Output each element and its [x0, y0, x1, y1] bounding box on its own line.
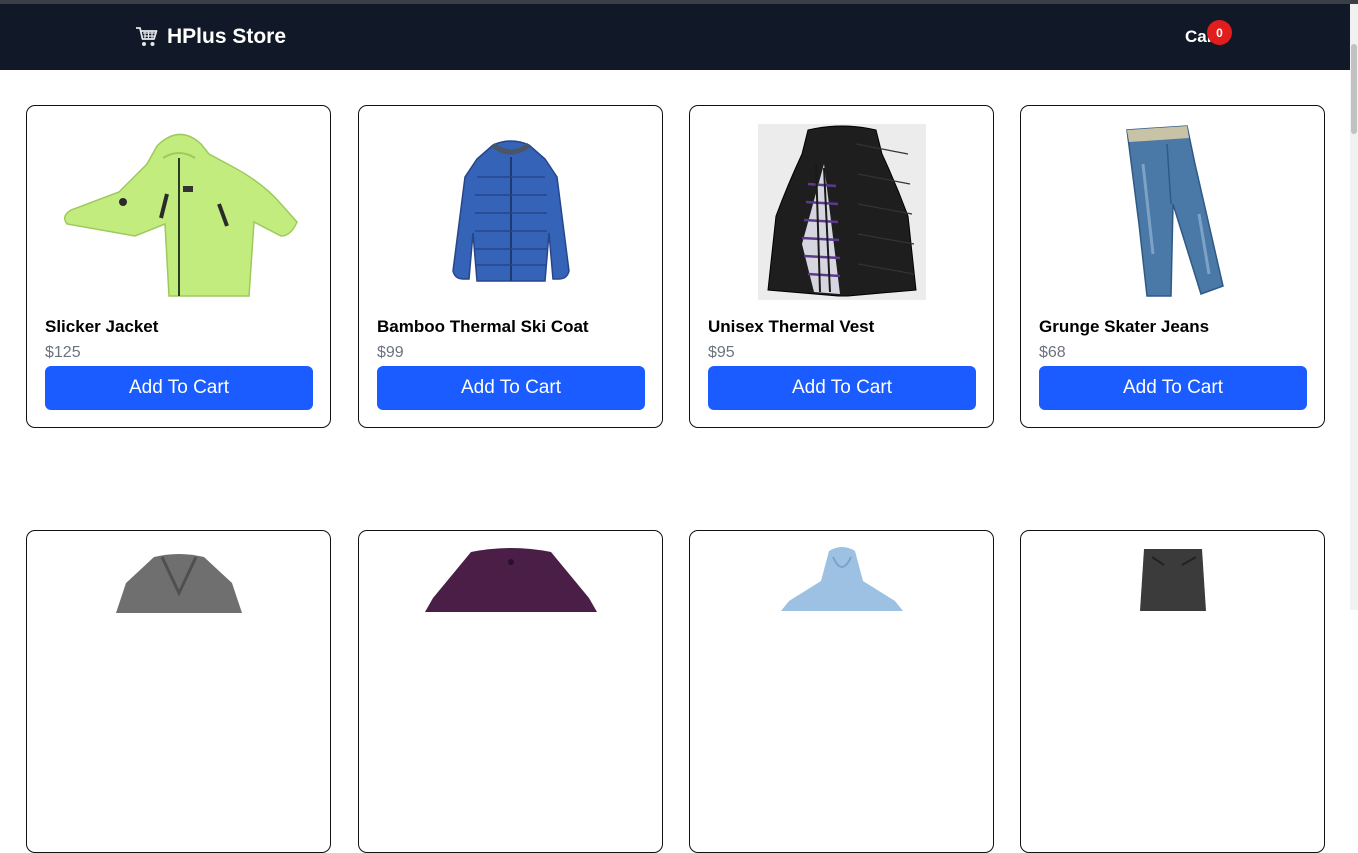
product-image-black-puffer-vest: [708, 122, 976, 302]
product-name: Slicker Jacket: [45, 317, 159, 336]
product-image-blue-jeans: [1039, 122, 1307, 302]
product-card: Grunge Skater Jeans $68 Add To Cart: [1020, 105, 1325, 428]
product-image-light-blue-hoodie: [708, 545, 976, 725]
product-price: $95: [708, 344, 735, 361]
product-card: [1020, 530, 1325, 853]
product-card: Bamboo Thermal Ski Coat $99 Add To Cart: [358, 105, 663, 428]
product-card: Unisex Thermal Vest $95 Add To Cart: [689, 105, 994, 428]
product-card: Slicker Jacket $125 Add To Cart: [26, 105, 331, 428]
product-card: [26, 530, 331, 853]
product-image-gray-cardigan: [45, 545, 313, 725]
shopping-cart-icon: [135, 26, 159, 48]
add-to-cart-button[interactable]: Add To Cart: [1039, 366, 1307, 410]
brand-link[interactable]: HPlus Store: [135, 25, 286, 49]
product-image-purple-sweater: [377, 545, 645, 725]
product-image-lime-rain-jacket: [45, 122, 313, 302]
add-to-cart-button[interactable]: Add To Cart: [708, 366, 976, 410]
brand-name: HPlus Store: [167, 25, 287, 48]
product-name: Bamboo Thermal Ski Coat: [377, 317, 589, 336]
product-image-blue-puffer-coat: [377, 122, 645, 302]
scrollbar-thumb[interactable]: [1351, 44, 1357, 134]
product-price: $99: [377, 344, 404, 361]
product-card: [358, 530, 663, 853]
navbar: HPlus Store Cart 0: [0, 4, 1350, 70]
product-image-gray-pants: [1039, 545, 1307, 725]
product-card: [689, 530, 994, 853]
product-name: Grunge Skater Jeans: [1039, 317, 1210, 336]
page-scrollbar[interactable]: [1350, 4, 1358, 610]
add-to-cart-button[interactable]: Add To Cart: [377, 366, 645, 410]
product-price: $68: [1039, 344, 1066, 361]
cart-count-badge: 0: [1207, 20, 1232, 45]
product-price: $125: [45, 344, 81, 361]
product-name: Unisex Thermal Vest: [708, 317, 875, 336]
add-to-cart-button[interactable]: Add To Cart: [45, 366, 313, 410]
